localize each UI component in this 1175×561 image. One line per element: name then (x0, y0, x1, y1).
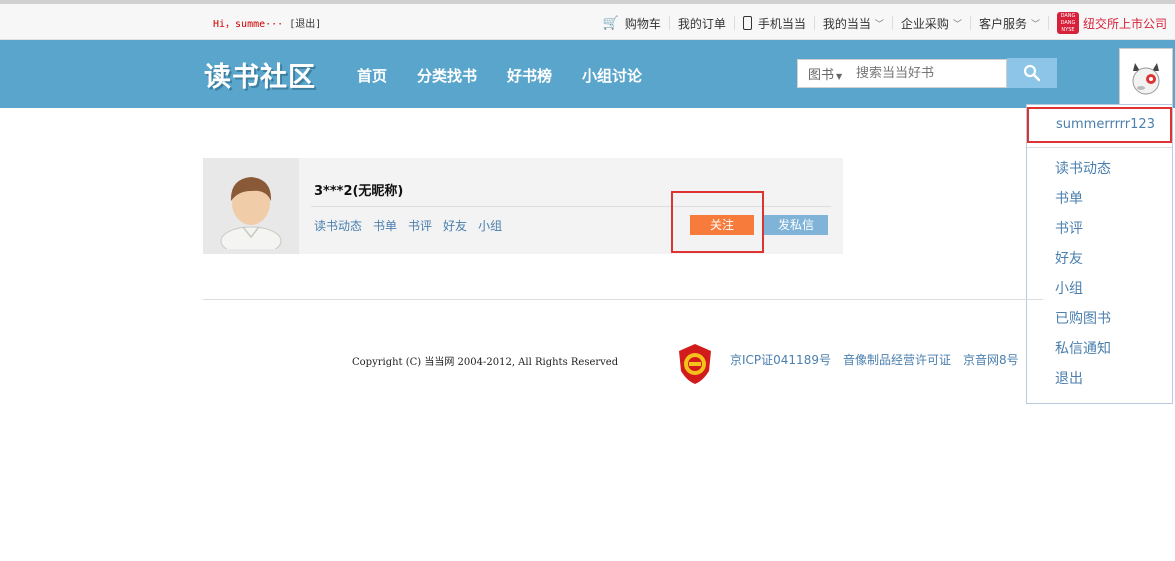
search-category-label: 图书 (808, 68, 835, 83)
site-header: 读书社区 首页 分类找书 好书榜 小组讨论 图书 ▼ (0, 40, 1175, 108)
greeting-text: Hi，summe··· (213, 19, 284, 30)
orders-link[interactable]: 我的订单 (670, 16, 735, 31)
default-user-icon (220, 177, 282, 249)
cart-icon: 🛒 (602, 15, 619, 31)
chevron-down-icon: ﹀ (952, 19, 962, 30)
nyse-logo-icon: DANG DANG NYSE (1056, 12, 1079, 34)
menu-item-booklists[interactable]: 书单 (1055, 189, 1111, 219)
profile-tab-booklists[interactable]: 书单 (373, 217, 397, 234)
nav-categories[interactable]: 分类找书 (417, 65, 477, 86)
send-message-button[interactable]: 发私信 (764, 215, 828, 235)
nav-rankings[interactable]: 好书榜 (507, 65, 552, 86)
profile-tab-reviews[interactable]: 书评 (408, 217, 432, 234)
nyse-label: 纽交所上市公司 (1082, 16, 1167, 31)
nav-home[interactable]: 首页 (357, 65, 387, 86)
follow-button[interactable]: 关注 (690, 215, 754, 235)
chevron-down-icon: ﹀ (1030, 19, 1040, 30)
phone-icon (742, 16, 752, 30)
profile-tab-friends[interactable]: 好友 (443, 217, 467, 234)
greeting: Hi，summe··· [退出] (213, 15, 321, 30)
footer-divider (203, 299, 1043, 300)
service-label: 客户服务 (978, 16, 1027, 31)
footer-links: 京ICP证041189号 音像制品经营许可证 京音网8号 (730, 351, 1031, 368)
cart-link[interactable]: 🛒 购物车 (595, 15, 670, 31)
menu-item-reading-feed[interactable]: 读书动态 (1055, 159, 1111, 189)
nav-groups[interactable]: 小组讨论 (582, 65, 642, 86)
profile-name: 3***2(无昵称) (314, 184, 404, 199)
mascot-avatar-icon (1132, 62, 1160, 94)
mobile-label: 手机当当 (757, 16, 806, 31)
profile-tabs: 读书动态 书单 书评 好友 小组 (314, 217, 513, 234)
divider (1027, 147, 1172, 148)
user-avatar-button[interactable] (1119, 48, 1173, 104)
menu-item-purchased[interactable]: 已购图书 (1055, 309, 1111, 339)
license-badge[interactable] (677, 343, 713, 385)
mobile-link[interactable]: 手机当当 (735, 16, 815, 31)
cart-label: 购物车 (624, 16, 661, 31)
service-menu[interactable]: 客户服务 ﹀ (971, 16, 1049, 31)
site-logo[interactable]: 读书社区 (204, 55, 316, 94)
menu-item-reviews[interactable]: 书评 (1055, 219, 1111, 249)
my-dangdang-menu[interactable]: 我的当当 ﹀ (815, 16, 893, 31)
top-bar: Hi，summe··· [退出] 🛒 购物车 我的订单 手机当当 我的当当 ﹀ … (0, 0, 1175, 40)
nyse-link[interactable]: DANG DANG NYSE 纽交所上市公司 (1049, 12, 1175, 34)
profile-avatar[interactable] (203, 158, 299, 254)
footer-link-av-license[interactable]: 音像制品经营许可证 (843, 351, 951, 368)
profile-tab-reading-feed[interactable]: 读书动态 (314, 217, 362, 234)
chevron-down-icon: ﹀ (874, 19, 884, 30)
logout-link[interactable]: [退出] (289, 19, 321, 30)
search-box: 图书 ▼ (797, 59, 1007, 88)
my-dangdang-label: 我的当当 (822, 16, 871, 31)
search-icon (1023, 64, 1041, 82)
caret-down-icon: ▼ (836, 72, 843, 81)
search-button[interactable] (1007, 58, 1057, 88)
profile-card: 3***2(无昵称) 读书动态 书单 书评 好友 小组 关注 发私信 (203, 158, 843, 254)
copyright-text: Copyright (C) 当当网 2004-2012, All Rights … (352, 357, 619, 368)
enterprise-label: 企业采购 (900, 16, 949, 31)
menu-item-logout[interactable]: 退出 (1055, 369, 1111, 399)
enterprise-menu[interactable]: 企业采购 ﹀ (893, 16, 971, 31)
orders-label: 我的订单 (677, 16, 726, 31)
footer-link-icp[interactable]: 京ICP证041189号 (730, 351, 831, 368)
dropdown-username[interactable]: summerrrrr123 (1027, 107, 1172, 143)
search-input[interactable] (856, 66, 1001, 81)
top-nav: 🛒 购物车 我的订单 手机当当 我的当当 ﹀ 企业采购 ﹀ 客户服务 ﹀ DAN… (595, 12, 1175, 34)
user-dropdown-menu: summerrrrr123 读书动态 书单 书评 好友 小组 已购图书 私信通知… (1026, 104, 1173, 404)
menu-item-groups[interactable]: 小组 (1055, 279, 1111, 309)
search-category-select[interactable]: 图书 ▼ (798, 64, 856, 83)
police-badge-icon (679, 344, 711, 384)
main-nav: 首页 分类找书 好书榜 小组讨论 (357, 65, 672, 86)
dropdown-items: 读书动态 书单 书评 好友 小组 已购图书 私信通知 退出 (1055, 159, 1111, 399)
profile-tab-groups[interactable]: 小组 (478, 217, 502, 234)
footer-link-jingyin[interactable]: 京音网8号 (963, 351, 1019, 368)
menu-item-messages[interactable]: 私信通知 (1055, 339, 1111, 369)
menu-item-friends[interactable]: 好友 (1055, 249, 1111, 279)
